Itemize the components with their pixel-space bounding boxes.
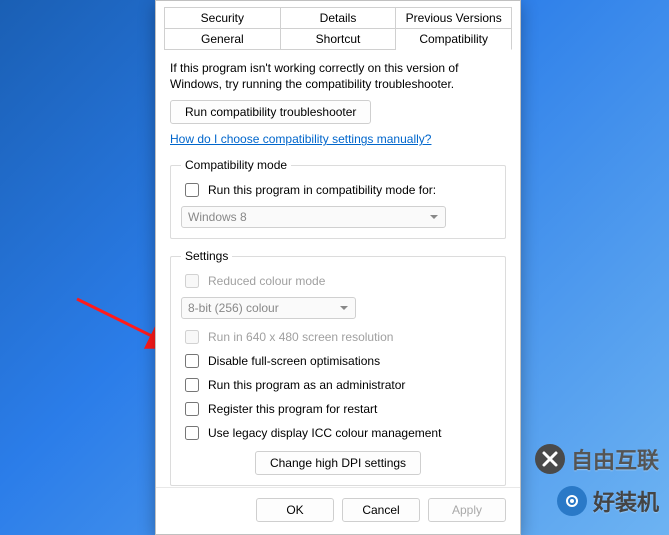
tab-compatibility[interactable]: Compatibility: [396, 28, 512, 50]
tab-content: If this program isn't working correctly …: [156, 50, 520, 487]
legend-compatibility-mode: Compatibility mode: [181, 158, 291, 172]
checkbox-run-as-admin-label: Run this program as an administrator: [208, 378, 405, 392]
properties-dialog: Security Details Previous Versions Gener…: [155, 0, 521, 535]
checkbox-register-restart-label: Register this program for restart: [208, 402, 377, 416]
checkbox-low-res-input: [185, 330, 199, 344]
watermark-2-text: 好装机: [593, 485, 659, 517]
ok-button[interactable]: OK: [256, 498, 334, 522]
checkbox-legacy-icc-input[interactable]: [185, 426, 199, 440]
apply-button[interactable]: Apply: [428, 498, 506, 522]
select-colour-depth: 8-bit (256) colour: [181, 297, 356, 319]
checkbox-disable-fullscreen[interactable]: Disable full-screen optimisations: [181, 349, 495, 373]
watermark-2: 好装机: [557, 485, 659, 517]
x-logo-icon: [535, 444, 565, 474]
checkbox-register-restart[interactable]: Register this program for restart: [181, 397, 495, 421]
select-compat-os[interactable]: Windows 8: [181, 206, 446, 228]
tab-strip: Security Details Previous Versions Gener…: [156, 1, 520, 50]
checkbox-compat-mode-input[interactable]: [185, 183, 199, 197]
checkbox-low-res-label: Run in 640 x 480 screen resolution: [208, 330, 393, 344]
checkbox-compat-mode-label: Run this program in compatibility mode f…: [208, 183, 436, 197]
select-colour-depth-value: 8-bit (256) colour: [188, 301, 279, 315]
group-compatibility-mode: Compatibility mode Run this program in c…: [170, 158, 506, 239]
tab-previous-versions[interactable]: Previous Versions: [396, 7, 512, 28]
checkbox-legacy-icc[interactable]: Use legacy display ICC colour management: [181, 421, 495, 445]
camera-logo-icon: [557, 486, 587, 516]
checkbox-reduced-colour: Reduced colour mode: [181, 269, 495, 293]
watermark-1: 自由互联: [535, 443, 659, 475]
legend-settings: Settings: [181, 249, 232, 263]
group-settings: Settings Reduced colour mode 8-bit (256)…: [170, 249, 506, 486]
run-troubleshooter-button[interactable]: Run compatibility troubleshooter: [170, 100, 371, 124]
select-compat-os-value: Windows 8: [188, 210, 247, 224]
intro-text: If this program isn't working correctly …: [170, 60, 506, 92]
tab-general[interactable]: General: [164, 28, 281, 50]
checkbox-low-res: Run in 640 x 480 screen resolution: [181, 325, 495, 349]
checkbox-disable-fullscreen-input[interactable]: [185, 354, 199, 368]
checkbox-disable-fullscreen-label: Disable full-screen optimisations: [208, 354, 380, 368]
tab-security[interactable]: Security: [164, 7, 281, 28]
checkbox-run-as-admin-input[interactable]: [185, 378, 199, 392]
watermark-1-text: 自由互联: [571, 443, 659, 475]
tab-details[interactable]: Details: [281, 7, 397, 28]
cancel-button[interactable]: Cancel: [342, 498, 420, 522]
tab-shortcut[interactable]: Shortcut: [281, 28, 397, 50]
dialog-footer: OK Cancel Apply: [156, 487, 520, 534]
checkbox-reduced-colour-input: [185, 274, 199, 288]
checkbox-reduced-colour-label: Reduced colour mode: [208, 274, 325, 288]
change-dpi-button[interactable]: Change high DPI settings: [255, 451, 421, 475]
manual-settings-link[interactable]: How do I choose compatibility settings m…: [170, 132, 431, 146]
checkbox-register-restart-input[interactable]: [185, 402, 199, 416]
checkbox-legacy-icc-label: Use legacy display ICC colour management: [208, 426, 441, 440]
checkbox-run-as-admin[interactable]: Run this program as an administrator: [181, 373, 495, 397]
checkbox-compat-mode[interactable]: Run this program in compatibility mode f…: [181, 178, 495, 202]
